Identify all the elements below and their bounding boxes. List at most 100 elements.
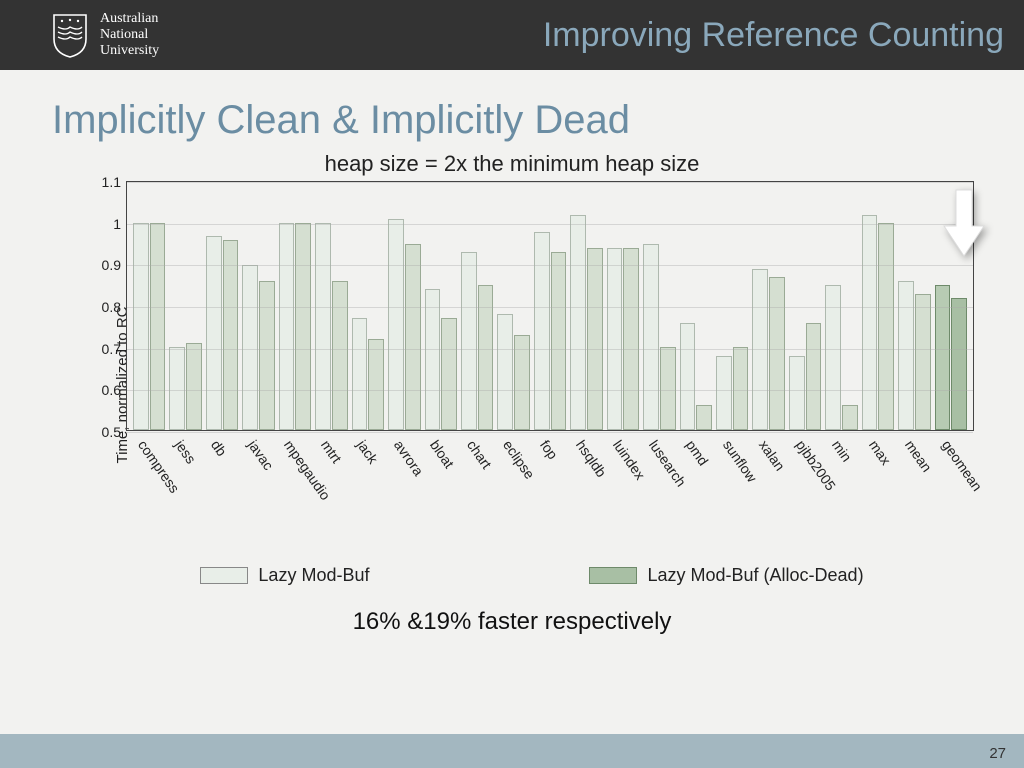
page-number: 27 — [989, 745, 1006, 762]
x-tick-label: min — [826, 433, 859, 434]
x-tick-label: pmd — [680, 433, 713, 434]
x-tick-label: compress — [132, 433, 165, 434]
bar — [623, 248, 639, 430]
bar — [441, 318, 457, 430]
bar-group — [716, 182, 748, 430]
y-tick-label: 0.6 — [102, 382, 121, 398]
bar-group — [680, 182, 712, 430]
header-bar: Australian National University Improving… — [0, 0, 1024, 70]
bar-group — [752, 182, 784, 430]
slide-title: Implicitly Clean & Implicitly Dead — [52, 98, 1024, 143]
legend: Lazy Mod-Buf Lazy Mod-Buf (Alloc-Dead) — [40, 565, 1024, 586]
y-tick-label: 1.1 — [102, 174, 121, 190]
institution-line: National — [100, 27, 159, 43]
x-tick-label: pjbb2005 — [789, 433, 822, 434]
bar-group — [242, 182, 274, 430]
bar-group — [607, 182, 639, 430]
y-tick-label: 0.5 — [102, 424, 121, 440]
bar — [696, 405, 712, 430]
bar — [842, 405, 858, 430]
bar — [186, 343, 202, 430]
grid-line — [127, 224, 973, 225]
bar — [789, 356, 805, 430]
bar-group — [570, 182, 602, 430]
bar — [607, 248, 623, 430]
legend-swatch-icon — [200, 567, 248, 584]
bar-group — [425, 182, 457, 430]
grid-line — [127, 349, 973, 350]
institution-logo: Australian National University — [50, 11, 159, 59]
x-tick-label: max — [862, 433, 895, 434]
bars-container — [127, 182, 973, 430]
x-tick-label: avrora — [388, 433, 421, 434]
x-tick-label: eclipse — [497, 433, 530, 434]
bar — [551, 252, 567, 430]
bar — [388, 219, 404, 430]
bar-group — [825, 182, 857, 430]
callout-text: 16% &19% faster respectively — [0, 608, 1024, 636]
bar — [951, 298, 967, 430]
x-tick-label: jack — [351, 433, 384, 434]
x-tick-label: mean — [899, 433, 932, 434]
bar-group — [169, 182, 201, 430]
bar — [534, 232, 550, 430]
bar — [680, 323, 696, 430]
bar-group — [862, 182, 894, 430]
bar — [497, 314, 513, 430]
bar — [570, 215, 586, 430]
y-tick-label: 1 — [113, 216, 121, 232]
bar — [150, 223, 166, 430]
x-tick-label: fop — [534, 433, 567, 434]
bar-group — [497, 182, 529, 430]
bar — [332, 281, 348, 430]
down-arrow-icon — [942, 188, 986, 258]
bar — [405, 244, 421, 430]
bar-group — [534, 182, 566, 430]
bar-group — [388, 182, 420, 430]
x-tick-label: luindex — [607, 433, 640, 434]
x-axis-labels: compressjessdbjavacmpegaudiomtrtjackavro… — [126, 433, 974, 434]
x-tick-label: chart — [461, 433, 494, 434]
y-tick-label: 0.8 — [102, 299, 121, 315]
bar — [295, 223, 311, 430]
x-tick-label: bloat — [424, 433, 457, 434]
bar-group — [206, 182, 238, 430]
bar-group — [315, 182, 347, 430]
bar — [769, 277, 785, 430]
grid-line — [127, 265, 973, 266]
x-tick-label: geomean — [935, 433, 968, 434]
bar — [862, 215, 878, 430]
bar — [898, 281, 914, 430]
bar — [587, 248, 603, 430]
legend-item-series2: Lazy Mod-Buf (Alloc-Dead) — [589, 565, 863, 586]
legend-swatch-icon — [589, 567, 637, 584]
x-tick-label: mpegaudio — [278, 433, 311, 434]
bar — [461, 252, 477, 430]
crest-icon — [50, 13, 90, 58]
bar-group — [643, 182, 675, 430]
bar-group — [461, 182, 493, 430]
footer-bar: 27 — [0, 734, 1024, 768]
legend-label: Lazy Mod-Buf — [258, 565, 369, 586]
x-tick-label: lusearch — [643, 433, 676, 434]
x-tick-label: xalan — [753, 433, 786, 434]
bar — [806, 323, 822, 430]
y-tick-label: 0.9 — [102, 257, 121, 273]
bar-group — [279, 182, 311, 430]
grid-line — [127, 307, 973, 308]
bar — [716, 356, 732, 430]
chart: Time, normalized to RC 0.50.60.70.80.911… — [52, 181, 984, 551]
legend-item-series1: Lazy Mod-Buf — [200, 565, 369, 586]
legend-label: Lazy Mod-Buf (Alloc-Dead) — [647, 565, 863, 586]
bar-group — [352, 182, 384, 430]
x-tick-label: jess — [169, 433, 202, 434]
bar — [643, 244, 659, 430]
grid-line — [127, 390, 973, 391]
x-tick-label: sunflow — [716, 433, 749, 434]
bar — [279, 223, 295, 430]
x-tick-label: javac — [242, 433, 275, 434]
x-tick-label: hsqldb — [570, 433, 603, 434]
bar — [425, 289, 441, 430]
bar — [169, 347, 185, 430]
bar — [733, 347, 749, 430]
